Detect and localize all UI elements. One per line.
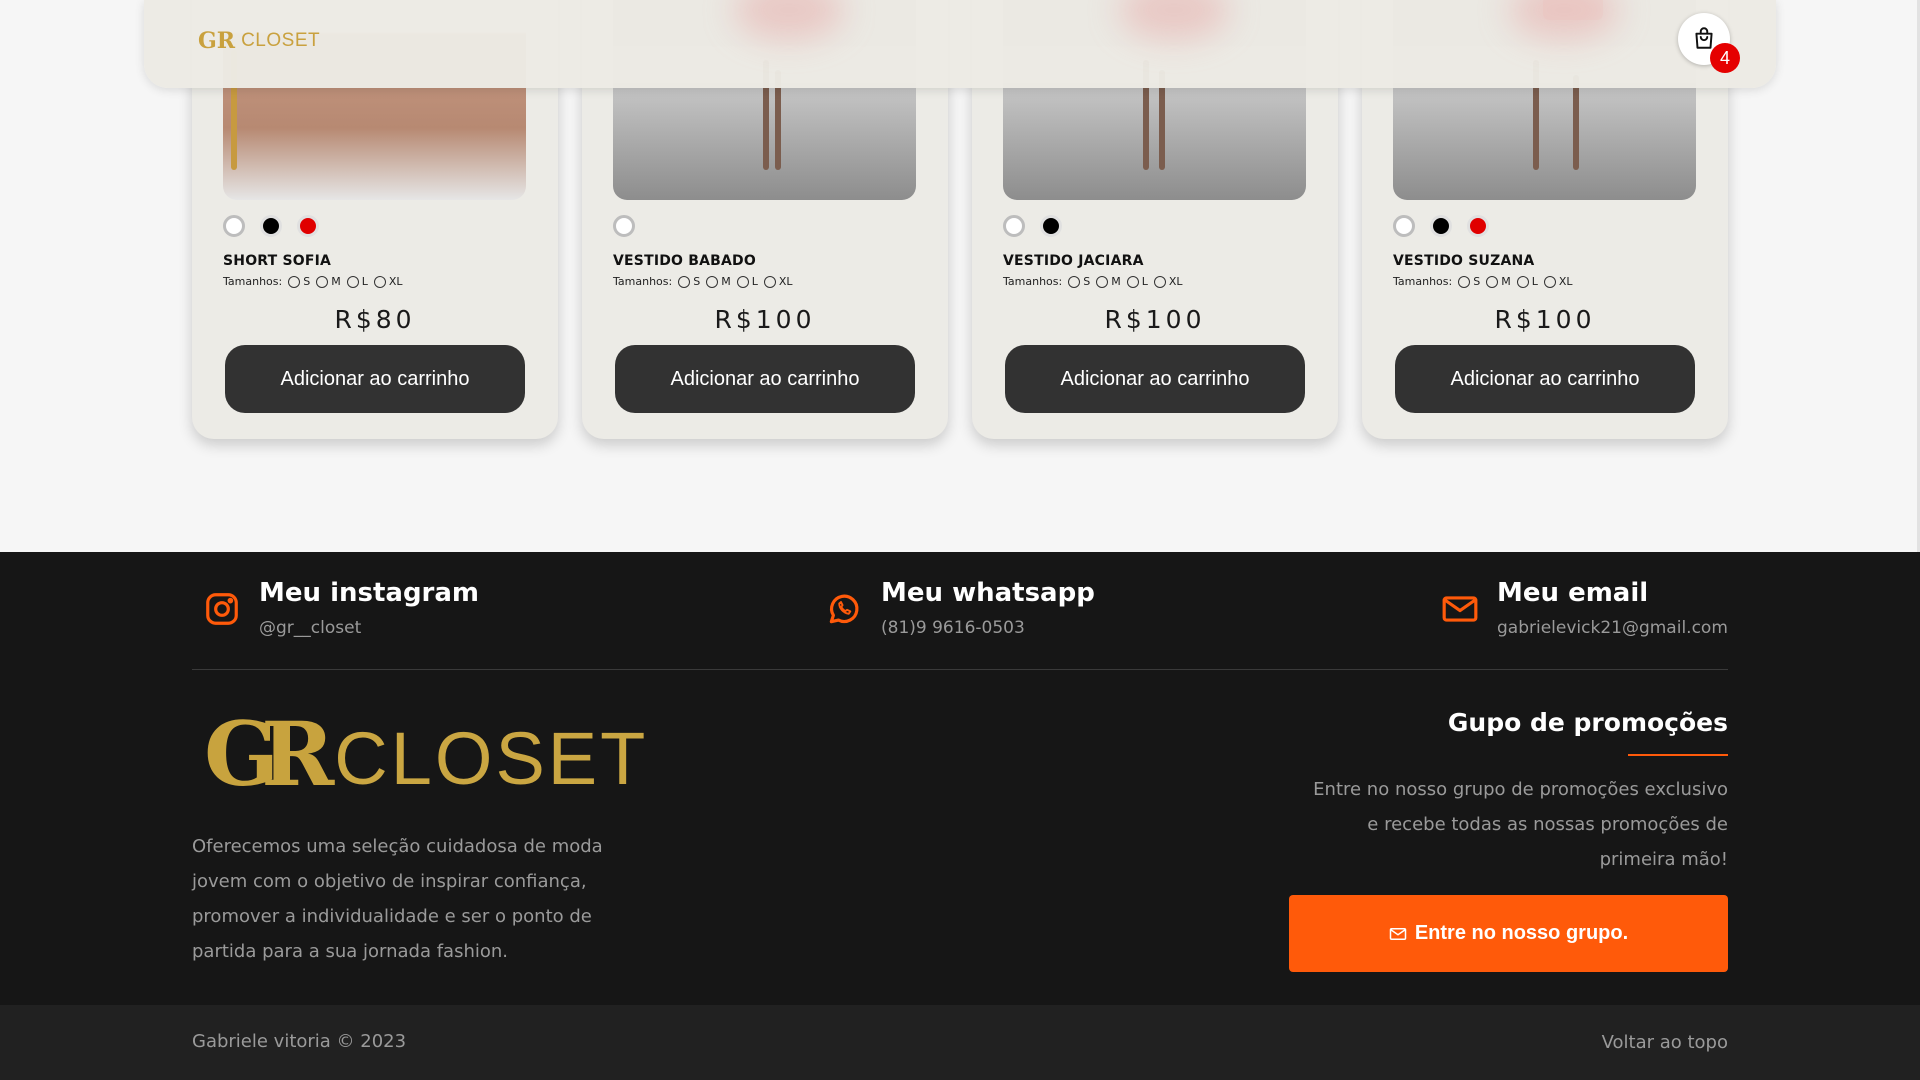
add-to-cart-button[interactable]: Adicionar ao carrinho [1395, 345, 1695, 413]
size-radio-xl[interactable] [1543, 275, 1556, 288]
footer: Meu instagram @gr__closet Meu whatsapp (… [0, 552, 1920, 1005]
contact-value: (81)9 9616-0503 [881, 618, 1025, 638]
logo-name: CLOSET [334, 717, 649, 800]
size-radio-l[interactable] [1126, 275, 1139, 288]
product-price: R$80 [334, 305, 416, 334]
size-options: Tamanhos: S M L XL [613, 275, 793, 288]
color-swatches [1393, 215, 1489, 237]
size-label: L [751, 275, 758, 288]
color-swatches [223, 215, 319, 237]
color-swatch-black[interactable] [1040, 215, 1062, 237]
product-name: VESTIDO SUZANA [1393, 253, 1535, 269]
footer-logo: GR CLOSET [204, 710, 648, 798]
color-swatch-white[interactable] [1003, 215, 1025, 237]
size-radio-m[interactable] [706, 275, 719, 288]
contact-title: Meu whatsapp [881, 578, 1095, 608]
instagram-icon [206, 593, 238, 625]
size-label: M [1501, 275, 1511, 288]
size-options: Tamanhos: S M L XL [1393, 275, 1573, 288]
size-label: M [331, 275, 341, 288]
size-radio-m[interactable] [316, 275, 329, 288]
product-name: VESTIDO JACIARA [1003, 253, 1144, 269]
size-radio-s[interactable] [678, 275, 691, 288]
size-radio-s[interactable] [1458, 275, 1471, 288]
color-swatch-red[interactable] [1467, 215, 1489, 237]
product-name: SHORT SOFIA [223, 253, 332, 269]
mail-icon [1389, 927, 1407, 940]
size-label: L [1141, 275, 1148, 288]
footer-divider [192, 669, 1728, 670]
logo-monogram: GR [204, 702, 334, 806]
contact-instagram[interactable]: Meu instagram @gr__closet [203, 578, 479, 638]
size-radio-s[interactable] [1068, 275, 1081, 288]
size-radio-m[interactable] [1096, 275, 1109, 288]
size-radio-m[interactable] [1486, 275, 1499, 288]
size-label: XL [778, 275, 793, 288]
sizes-label: Tamanhos: [1393, 275, 1453, 288]
contact-email[interactable]: Meu email gabrielevick21@gmail.com [1441, 578, 1728, 638]
color-swatch-black[interactable] [260, 215, 282, 237]
add-to-cart-button[interactable]: Adicionar ao carrinho [615, 345, 915, 413]
size-label: M [721, 275, 731, 288]
contact-value: @gr__closet [259, 618, 362, 638]
sizes-label: Tamanhos: [613, 275, 673, 288]
color-swatch-white[interactable] [613, 215, 635, 237]
size-radio-xl[interactable] [373, 275, 386, 288]
product-price: R$100 [714, 305, 816, 334]
size-radio-xl[interactable] [1153, 275, 1166, 288]
size-label: XL [388, 275, 403, 288]
promo-text: Entre no nosso grupo de promoções exclus… [1313, 779, 1728, 870]
size-label: XL [1558, 275, 1573, 288]
color-swatch-red[interactable] [297, 215, 319, 237]
copyright: Gabriele vitoria © 2023 [192, 1031, 407, 1052]
size-radio-l[interactable] [346, 275, 359, 288]
mail-icon [1442, 596, 1478, 622]
contact-value: gabrielevick21@gmail.com [1497, 618, 1728, 638]
size-label: S [693, 275, 701, 288]
brand-monogram: GR [198, 28, 236, 54]
product-name: VESTIDO BABADO [613, 253, 756, 269]
contact-title: Meu email [1497, 578, 1649, 608]
size-label: S [1083, 275, 1091, 288]
size-label: S [1473, 275, 1481, 288]
promo-title: Gupo de promoções [1447, 708, 1728, 737]
size-radio-l[interactable] [736, 275, 749, 288]
color-swatches [1003, 215, 1062, 237]
whatsapp-icon [829, 594, 859, 624]
back-to-top-link[interactable]: Voltar ao topo [1602, 1032, 1728, 1053]
color-swatch-black[interactable] [1430, 215, 1452, 237]
product-price: R$100 [1494, 305, 1596, 334]
join-group-label: Entre no nosso grupo. [1414, 922, 1629, 944]
size-radio-xl[interactable] [763, 275, 776, 288]
color-swatches [613, 215, 635, 237]
size-radio-l[interactable] [1516, 275, 1529, 288]
top-navbar: GR CLOSET 4 [144, 0, 1776, 88]
color-swatch-white[interactable] [223, 215, 245, 237]
bottom-bar: Gabriele vitoria © 2023 Voltar ao topo [0, 1005, 1920, 1080]
contact-whatsapp[interactable]: Meu whatsapp (81)9 9616-0503 [825, 578, 1095, 638]
promo-underline [1628, 754, 1728, 756]
brand-name: CLOSET [241, 30, 321, 51]
contact-title: Meu instagram [259, 578, 480, 608]
size-label: XL [1168, 275, 1183, 288]
size-radio-s[interactable] [288, 275, 301, 288]
size-label: M [1111, 275, 1121, 288]
sizes-label: Tamanhos: [223, 275, 283, 288]
sizes-label: Tamanhos: [1003, 275, 1063, 288]
size-options: Tamanhos: S M L XL [223, 275, 403, 288]
cart-count-badge: 4 [1710, 43, 1740, 73]
size-options: Tamanhos: S M L XL [1003, 275, 1183, 288]
join-group-button[interactable]: Entre no nosso grupo. [1289, 895, 1728, 972]
product-price: R$100 [1104, 305, 1206, 334]
size-label: S [303, 275, 311, 288]
add-to-cart-button[interactable]: Adicionar ao carrinho [1005, 345, 1305, 413]
brand-logo[interactable]: GR CLOSET [198, 28, 320, 54]
add-to-cart-button[interactable]: Adicionar ao carrinho [225, 345, 525, 413]
cart-button[interactable]: 4 [1678, 13, 1740, 73]
color-swatch-white[interactable] [1393, 215, 1415, 237]
size-label: L [1531, 275, 1538, 288]
size-label: L [361, 275, 368, 288]
about-text: Oferecemos uma seleção cuidadosa de moda… [192, 836, 603, 962]
